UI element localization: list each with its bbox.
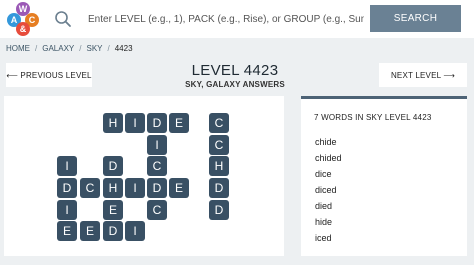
search-icon[interactable] (54, 10, 72, 28)
letter-tile: E (80, 221, 100, 241)
letter-tile: D (209, 200, 229, 220)
letter-tile: C (80, 178, 100, 198)
answer-word[interactable]: chide (315, 137, 337, 147)
letter-tile: C (147, 200, 167, 220)
answers-heading: 7 WORDS IN SKY LEVEL 4423 (314, 113, 432, 122)
answer-word[interactable]: dice (315, 169, 332, 179)
page-title: LEVEL 4423 (191, 62, 279, 79)
site-header: W A C & SEARCH (0, 0, 474, 38)
search-button[interactable]: SEARCH (370, 5, 461, 32)
letter-tile: E (103, 200, 123, 220)
letter-tile: I (125, 221, 145, 241)
next-level-button[interactable]: NEXT LEVEL ⟶ (379, 63, 467, 87)
letter-tile: D (103, 156, 123, 176)
letter-tile: I (125, 178, 145, 198)
letter-tile: I (57, 200, 77, 220)
breadcrumb-sky[interactable]: SKY (86, 44, 102, 53)
breadcrumb: HOME / GALAXY / SKY / 4423 (6, 44, 133, 53)
search-input[interactable] (80, 6, 364, 32)
breadcrumb-current: 4423 (114, 44, 133, 53)
breadcrumb-separator: / (107, 44, 110, 53)
letter-tile: I (147, 135, 167, 155)
breadcrumb-galaxy[interactable]: GALAXY (42, 44, 74, 53)
previous-level-button[interactable]: ⟵ PREVIOUS LEVEL (6, 63, 92, 87)
letter-tile: I (125, 113, 145, 133)
letter-tile: E (169, 113, 189, 133)
letter-tile: E (169, 178, 189, 198)
letter-tile: C (209, 113, 229, 133)
letter-tile: H (103, 113, 123, 133)
letter-tile: H (103, 178, 123, 198)
letter-tile: C (209, 135, 229, 155)
answer-word[interactable]: chided (315, 153, 342, 163)
breadcrumb-home[interactable]: HOME (6, 44, 30, 53)
answers-panel: 7 WORDS IN SKY LEVEL 4423 chide chided d… (301, 96, 467, 256)
breadcrumb-separator: / (35, 44, 38, 53)
letter-tile: D (147, 113, 167, 133)
logo-letter-amp: & (16, 22, 30, 36)
letter-tile: D (209, 178, 229, 198)
answer-word[interactable]: died (315, 201, 332, 211)
letter-tile: E (57, 221, 77, 241)
letter-tile: I (57, 156, 77, 176)
wordscapes-logo-icon[interactable]: W A C & (3, 2, 43, 36)
answer-word[interactable]: iced (315, 233, 332, 243)
page-subtitle: SKY, GALAXY ANSWERS (185, 80, 285, 89)
letter-tile: C (147, 156, 167, 176)
letter-tile: D (147, 178, 167, 198)
answer-word[interactable]: hide (315, 217, 332, 227)
letter-tile: H (209, 156, 229, 176)
answer-word[interactable]: diced (315, 185, 337, 195)
letter-tile: D (57, 178, 77, 198)
breadcrumb-separator: / (79, 44, 82, 53)
letter-tile: D (103, 221, 123, 241)
crossword-board: H I D E C I C I D C H D C H I D E D I E … (4, 96, 284, 256)
